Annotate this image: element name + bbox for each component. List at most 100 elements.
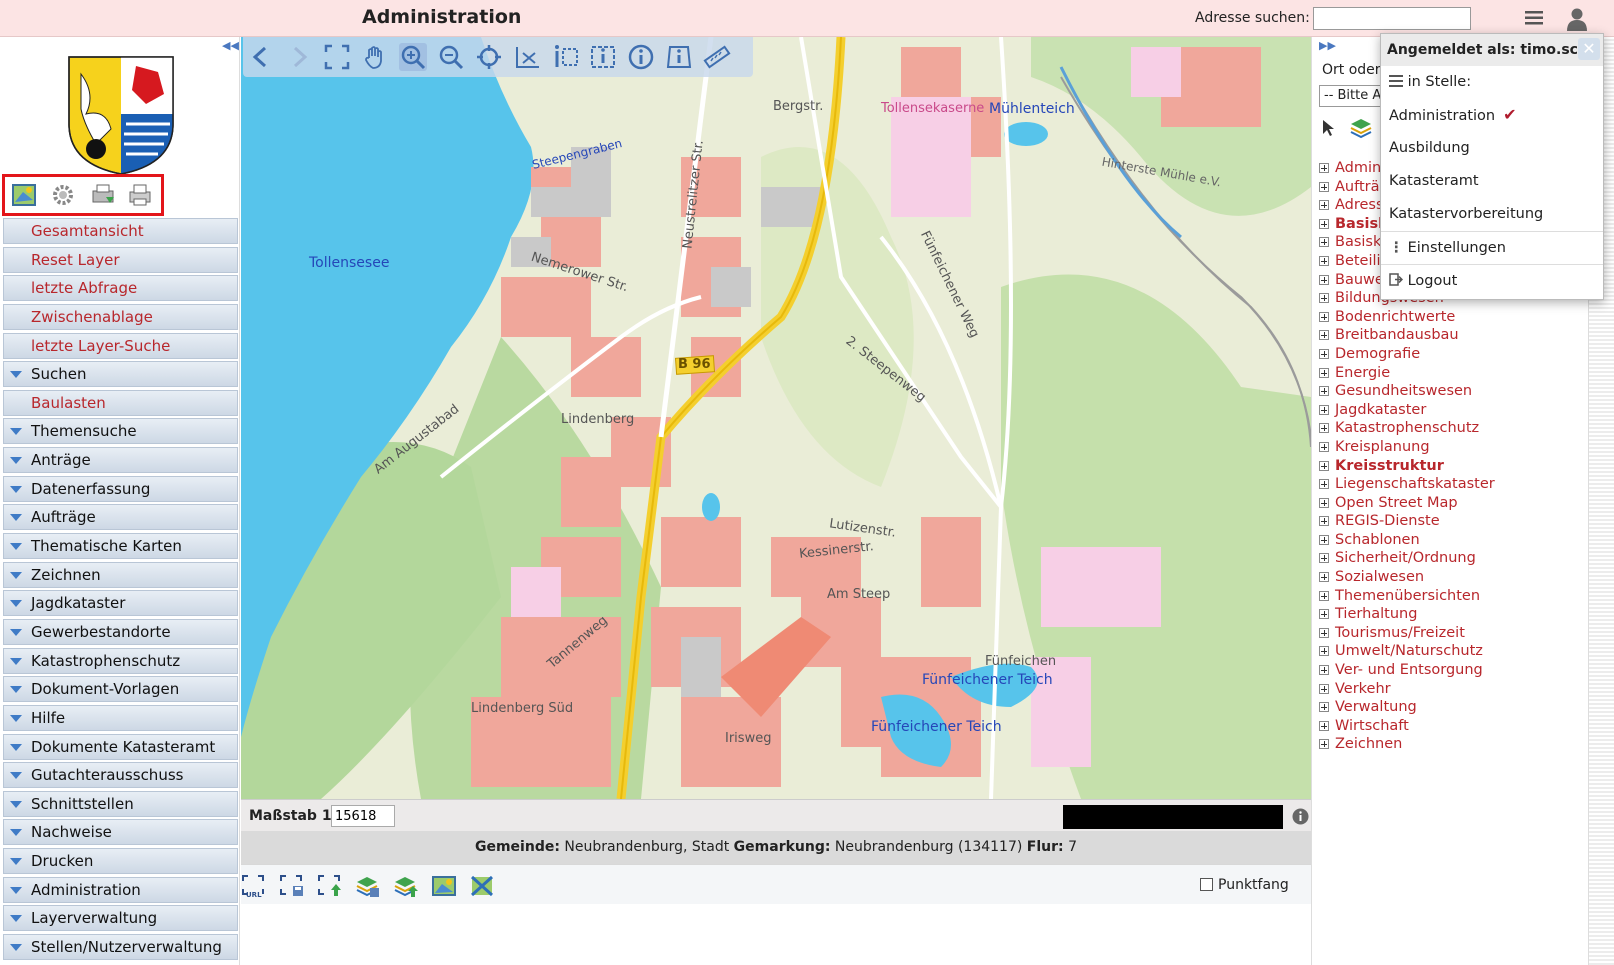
expand-plus-icon[interactable]	[1319, 367, 1329, 378]
expand-plus-icon[interactable]	[1319, 609, 1329, 620]
sidebar-item-baulasten[interactable]: Baulasten	[3, 389, 238, 416]
expand-plus-icon[interactable]	[1319, 627, 1329, 638]
stelle-option-katasteramt[interactable]: Katasteramt	[1381, 165, 1603, 198]
layer-group-item[interactable]: Demografie	[1319, 345, 1589, 364]
layer-group-item[interactable]: Gesundheitswesen	[1319, 382, 1589, 401]
expand-plus-icon[interactable]	[1319, 460, 1329, 471]
expand-plus-icon[interactable]	[1319, 702, 1329, 713]
coordinates-icon[interactable]	[513, 43, 541, 71]
info-box-icon[interactable]	[589, 43, 617, 71]
expand-plus-icon[interactable]	[1319, 590, 1329, 601]
layers-load-icon[interactable]	[393, 874, 419, 898]
expand-plus-icon[interactable]	[1319, 516, 1329, 527]
expand-plus-icon[interactable]	[1319, 497, 1329, 508]
sidebar-item-thematische-karten[interactable]: Thematische Karten	[3, 533, 238, 560]
coordinate-info-icon[interactable]	[1292, 808, 1309, 825]
map-extent-arrows-icon[interactable]	[469, 874, 495, 898]
info-query-area-icon[interactable]	[551, 43, 579, 71]
layers-save-icon[interactable]	[355, 874, 381, 898]
expand-plus-icon[interactable]	[1319, 237, 1329, 248]
layer-group-item[interactable]: Kreisplanung	[1319, 438, 1589, 457]
user-icon[interactable]	[1565, 7, 1589, 31]
layer-group-item[interactable]: Liegenschaftskataster	[1319, 475, 1589, 494]
expand-plus-icon[interactable]	[1319, 720, 1329, 731]
layer-group-item[interactable]: Verkehr	[1319, 680, 1589, 699]
sidebar-item-hilfe[interactable]: Hilfe	[3, 704, 238, 731]
sidebar-item-anträge[interactable]: Anträge	[3, 447, 238, 474]
sidebar-item-aufträge[interactable]: Aufträge	[3, 504, 238, 531]
sidebar-item-letzte-layer-suche[interactable]: letzte Layer-Suche	[3, 332, 238, 359]
layer-group-item[interactable]: Verwaltung	[1319, 698, 1589, 717]
sidebar-item-gewerbestandorte[interactable]: Gewerbestandorte	[3, 618, 238, 645]
sidebar-item-schnittstellen[interactable]: Schnittstellen	[3, 790, 238, 817]
measure-ruler-icon[interactable]	[703, 43, 731, 71]
layer-group-item[interactable]: Themenübersichten	[1319, 587, 1589, 606]
expand-plus-icon[interactable]	[1319, 423, 1329, 434]
expand-right-icon[interactable]: ▶▶	[1319, 39, 1336, 52]
logout-item[interactable]: Logout	[1381, 264, 1603, 297]
scale-input[interactable]	[331, 805, 395, 827]
einstellungen-item[interactable]: ⋮ Einstellungen	[1381, 231, 1603, 264]
layer-group-item[interactable]: Zeichnen	[1319, 735, 1589, 754]
expand-plus-icon[interactable]	[1319, 181, 1329, 192]
layer-group-item[interactable]: Schablonen	[1319, 531, 1589, 550]
layer-group-item[interactable]: Katastrophenschutz	[1319, 419, 1589, 438]
expand-plus-icon[interactable]	[1319, 683, 1329, 694]
sidebar-item-drucken[interactable]: Drucken	[3, 848, 238, 875]
layer-group-item[interactable]: Tierhaltung	[1319, 605, 1589, 624]
layer-group-item[interactable]: REGIS-Dienste	[1319, 512, 1589, 531]
sidebar-item-datenerfassung[interactable]: Datenerfassung	[3, 475, 238, 502]
info-icon[interactable]	[627, 43, 655, 71]
expand-plus-icon[interactable]	[1319, 572, 1329, 583]
close-icon[interactable]: ✕	[1578, 38, 1600, 60]
map-canvas[interactable]: Tollensesee Mühlenteich Fünfeichener Tei…	[241, 37, 1311, 799]
expand-plus-icon[interactable]	[1319, 330, 1329, 341]
expand-plus-icon[interactable]	[1319, 441, 1329, 452]
sidebar-item-suchen[interactable]: Suchen	[3, 361, 238, 388]
layer-group-item[interactable]: Energie	[1319, 364, 1589, 383]
expand-plus-icon[interactable]	[1319, 553, 1329, 564]
expand-plus-icon[interactable]	[1319, 386, 1329, 397]
expand-plus-icon[interactable]	[1319, 274, 1329, 285]
expand-plus-icon[interactable]	[1319, 218, 1329, 229]
forward-arrow-icon[interactable]	[285, 43, 313, 71]
stelle-option-administration[interactable]: Administration ✔	[1381, 99, 1603, 132]
expand-plus-icon[interactable]	[1319, 311, 1329, 322]
address-search-input[interactable]	[1313, 7, 1471, 30]
settings-gear-icon[interactable]	[50, 182, 76, 208]
expand-plus-icon[interactable]	[1319, 479, 1329, 490]
layer-group-item[interactable]: Wirtschaft	[1319, 717, 1589, 736]
punktfang-checkbox[interactable]	[1200, 878, 1213, 891]
layer-group-item[interactable]: Kreisstruktur	[1319, 457, 1589, 476]
expand-plus-icon[interactable]	[1319, 348, 1329, 359]
stelle-option-ausbildung[interactable]: Ausbildung	[1381, 132, 1603, 165]
sidebar-item-zwischenablage[interactable]: Zwischenablage	[3, 303, 238, 330]
layer-group-item[interactable]: Umwelt/Naturschutz	[1319, 642, 1589, 661]
layer-group-item[interactable]: Breitbandausbau	[1319, 326, 1589, 345]
expand-plus-icon[interactable]	[1319, 646, 1329, 657]
sidebar-item-letzte-abfrage[interactable]: letzte Abfrage	[3, 275, 238, 302]
expand-plus-icon[interactable]	[1319, 255, 1329, 266]
back-arrow-icon[interactable]	[247, 43, 275, 71]
stelle-option-katastervorbereitung[interactable]: Katastervorbereitung	[1381, 198, 1603, 231]
expand-plus-icon[interactable]	[1319, 163, 1329, 173]
sidebar-item-zeichnen[interactable]: Zeichnen	[3, 561, 238, 588]
layer-group-item[interactable]: Jagdkataster	[1319, 401, 1589, 420]
expand-plus-icon[interactable]	[1319, 739, 1329, 750]
layer-group-item[interactable]: Sozialwesen	[1319, 568, 1589, 587]
map-overview-icon[interactable]	[11, 182, 37, 208]
zoom-in-icon[interactable]	[399, 43, 427, 71]
layer-group-item[interactable]: Bodenrichtwerte	[1319, 308, 1589, 327]
layer-group-item[interactable]: Sicherheit/Ordnung	[1319, 549, 1589, 568]
expand-plus-icon[interactable]	[1319, 665, 1329, 676]
full-extent-icon[interactable]	[323, 43, 351, 71]
layer-group-item[interactable]: Open Street Map	[1319, 494, 1589, 513]
expand-plus-icon[interactable]	[1319, 534, 1329, 545]
sidebar-item-jagdkataster[interactable]: Jagdkataster	[3, 590, 238, 617]
extent-load-icon[interactable]	[317, 874, 343, 898]
layer-group-item[interactable]: Ver- und Entsorgung	[1319, 661, 1589, 680]
expand-plus-icon[interactable]	[1319, 293, 1329, 304]
sidebar-item-nachweise[interactable]: Nachweise	[3, 819, 238, 846]
sidebar-item-dokument-vorlagen[interactable]: Dokument-Vorlagen	[3, 676, 238, 703]
map-image-icon[interactable]	[431, 874, 457, 898]
